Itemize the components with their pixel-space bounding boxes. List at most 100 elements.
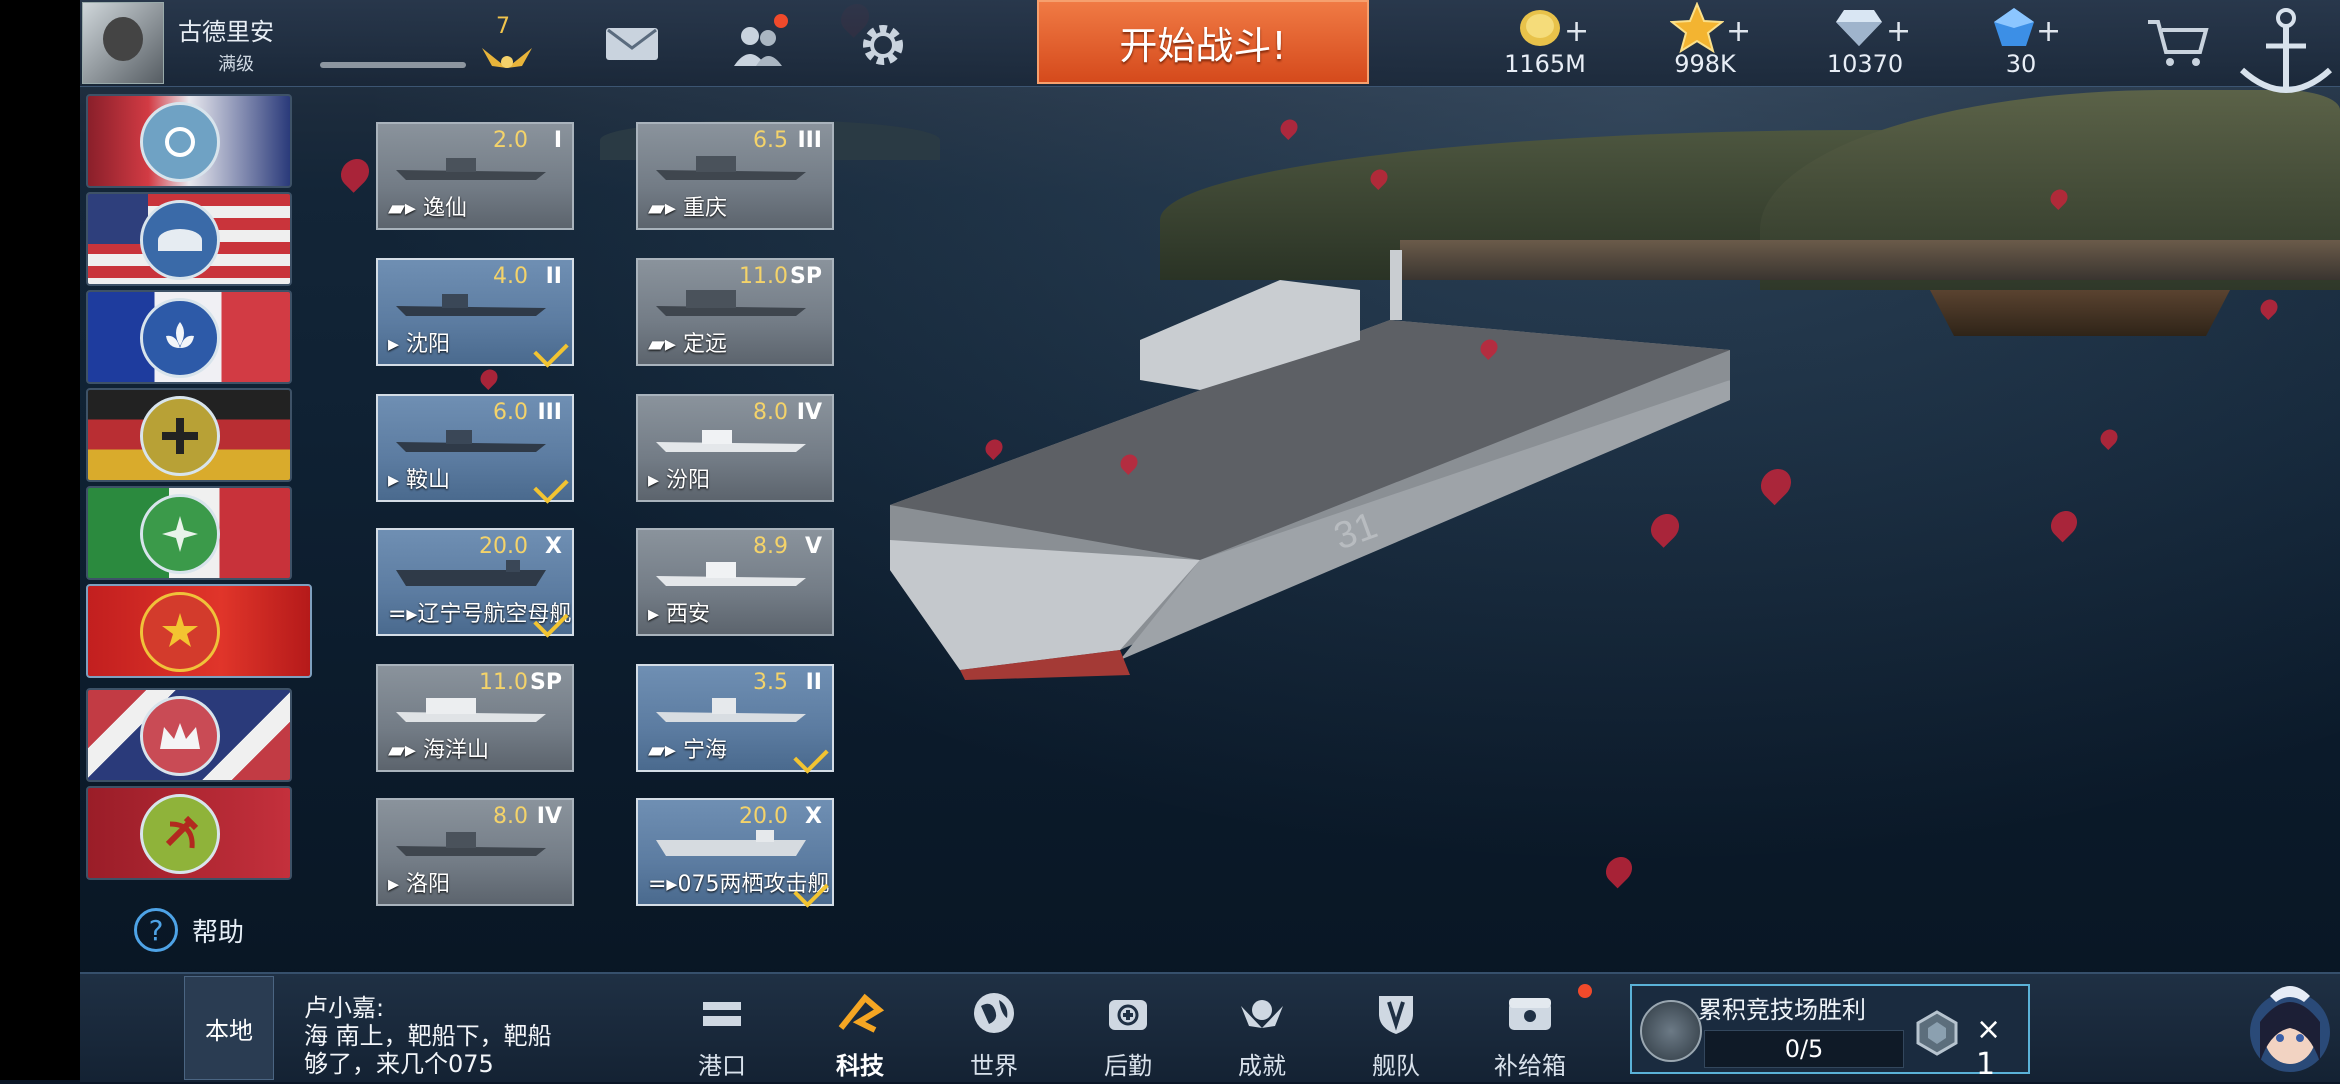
star-value: 998K [1674,50,1736,78]
nation-tab-uk[interactable] [86,94,292,188]
crown-icon [140,696,220,776]
amphibious-assault-ship-model: 31 [890,250,1730,680]
chat-message: 海 南上，靶船下，靶船够了，来几个075 [304,1022,552,1078]
ship-silhouette [656,156,806,180]
quest-title: 累积竞技场胜利 [1698,996,1866,1024]
anchor-icon[interactable] [2232,0,2340,110]
reward-count: × 1 [1976,1012,2002,1082]
ship-silhouette [396,430,546,452]
reward-badge-icon [1916,1010,1958,1056]
chat-sender: 卢小嘉: [304,994,385,1022]
player-level: 满级 [218,54,254,75]
ship-silhouette [396,158,546,180]
nation-tab-germany[interactable] [86,388,292,482]
ship-card[interactable]: 20.0 X =▸辽宁号航空母舰 [376,528,574,638]
ship-silhouette [656,698,806,722]
ship-card[interactable]: 6.0 III ▸ 鞍山 [376,394,574,504]
shop-cart-icon[interactable] [2146,18,2210,68]
nav-supply-box[interactable]: 补给箱 [1480,984,1580,1080]
iron-cross-icon [140,396,220,476]
ship-name: ▸ 洛阳 [388,872,451,897]
harbor-icon [703,1002,741,1026]
crystal-currency[interactable]: + 30 [1956,0,2086,86]
ship-silhouette [396,832,546,856]
chat-preview[interactable]: 卢小嘉: 海 南上，靶船下，靶船够了，来几个075 [304,994,564,1080]
hammer-sickle-icon [140,794,220,874]
blue-crystal-icon [1994,8,2034,46]
diamond-value: 10370 [1826,50,1904,78]
ship-card[interactable]: 11.0 SP ▰▸ 定远 [636,258,834,366]
ship-card[interactable]: 6.5 III ▰▸ 重庆 [636,122,834,230]
uk-emblem-icon [140,102,220,182]
settings-gear-icon[interactable] [858,20,908,70]
player-avatar[interactable] [82,2,164,84]
diamond-currency[interactable]: + 10370 [1800,0,1930,86]
ship-name: ▰▸ 定远 [648,332,727,357]
ship-card[interactable]: 8.0 IV ▸ 汾阳 [636,394,834,502]
ship-name: ▸ 汾阳 [648,468,711,493]
nation-tab-soviet[interactable] [86,786,292,880]
question-icon: ? [134,908,178,952]
ship-name: ▸ 西安 [648,602,711,627]
crystal-value: 30 [2005,50,2037,78]
ship-card[interactable]: 8.9 V ▸ 西安 [636,528,834,636]
nation-tab-france[interactable] [86,290,292,384]
gold-value: 1165M [1504,50,1586,78]
star-currency[interactable]: + 998K [1640,0,1770,86]
ship-name: ▰▸ 宁海 [648,738,727,763]
ship-silhouette [656,562,806,586]
start-battle-button[interactable]: 开始战斗! [1037,0,1369,84]
fleur-de-lis-icon [140,298,220,378]
fleet-shield-icon [1379,996,1413,1034]
rank-number: 7 [496,14,510,39]
nation-tab-italy[interactable] [86,486,292,580]
ship-card[interactable]: 4.0 II ▸ 沈阳 [376,258,574,368]
nav-fleet[interactable]: 舰队 [1346,984,1446,1080]
eagle-emblem-icon [140,200,220,280]
harbor-scene: 31 [0,0,2340,1080]
owned-check-icon [533,468,569,504]
player-name: 古德里安 [178,18,274,46]
left-letterbox [0,0,80,1080]
ship-card[interactable]: 20.0 X =▸075两栖攻击舰 [636,798,834,908]
xp-bar [320,62,466,68]
ship-silhouette [656,830,806,856]
globe-icon [974,993,1014,1033]
ship-card[interactable]: 3.5 II ▰▸ 宁海 [636,664,834,774]
ship-name: ▸ 鞍山 [388,468,451,493]
nav-achievements[interactable]: 成就 [1212,984,1312,1080]
nav-logistics[interactable]: 后勤 [1078,984,1178,1080]
nation-tab-usa[interactable] [86,192,292,286]
china-emblem-icon [140,592,220,672]
arena-quest-panel[interactable]: 累积竞技场胜利 0/5 × 1 [1630,984,2030,1082]
ship-silhouette [396,698,546,722]
rank-wings-icon[interactable] [478,40,536,70]
ship-name: ▰▸ 海洋山 [388,738,489,763]
nav-technology[interactable]: 科技 [810,984,910,1080]
quest-progress: 0/5 [1704,1030,1904,1068]
ship-name: ▸ 沈阳 [388,332,451,357]
quest-medal-icon [1640,1000,1702,1062]
ship-name: ▰▸ 重庆 [648,196,727,221]
chat-channel-button[interactable]: 本地 [184,976,274,1080]
nav-world[interactable]: 世界 [944,984,1044,1080]
ship-name: ▰▸ 逸仙 [388,196,467,221]
supply-notification-dot [1578,984,1592,998]
supply-box-icon [1509,998,1551,1030]
ship-card[interactable]: 2.0 I ▰▸ 逸仙 [376,122,574,230]
ship-card[interactable]: 11.0 SP ▰▸ 海洋山 [376,664,574,772]
nation-tab-china[interactable] [86,584,312,678]
nav-harbor[interactable]: 港口 [672,984,772,1080]
nation-tab-commonwealth[interactable] [86,688,292,782]
friends-notification-dot [774,14,788,28]
mail-icon[interactable] [604,24,660,64]
owned-check-icon [793,738,829,774]
help-button[interactable]: ? 帮助 [134,908,244,952]
owned-check-icon [533,332,569,368]
old-sailing-ship [1930,290,2230,336]
gold-currency[interactable]: + 1165M [1480,0,1610,86]
italy-star-icon [140,494,220,574]
ship-card[interactable]: 8.0 IV ▸ 洛阳 [376,798,574,906]
ship-silhouette [656,290,806,316]
helper-character-avatar[interactable] [2240,972,2340,1080]
